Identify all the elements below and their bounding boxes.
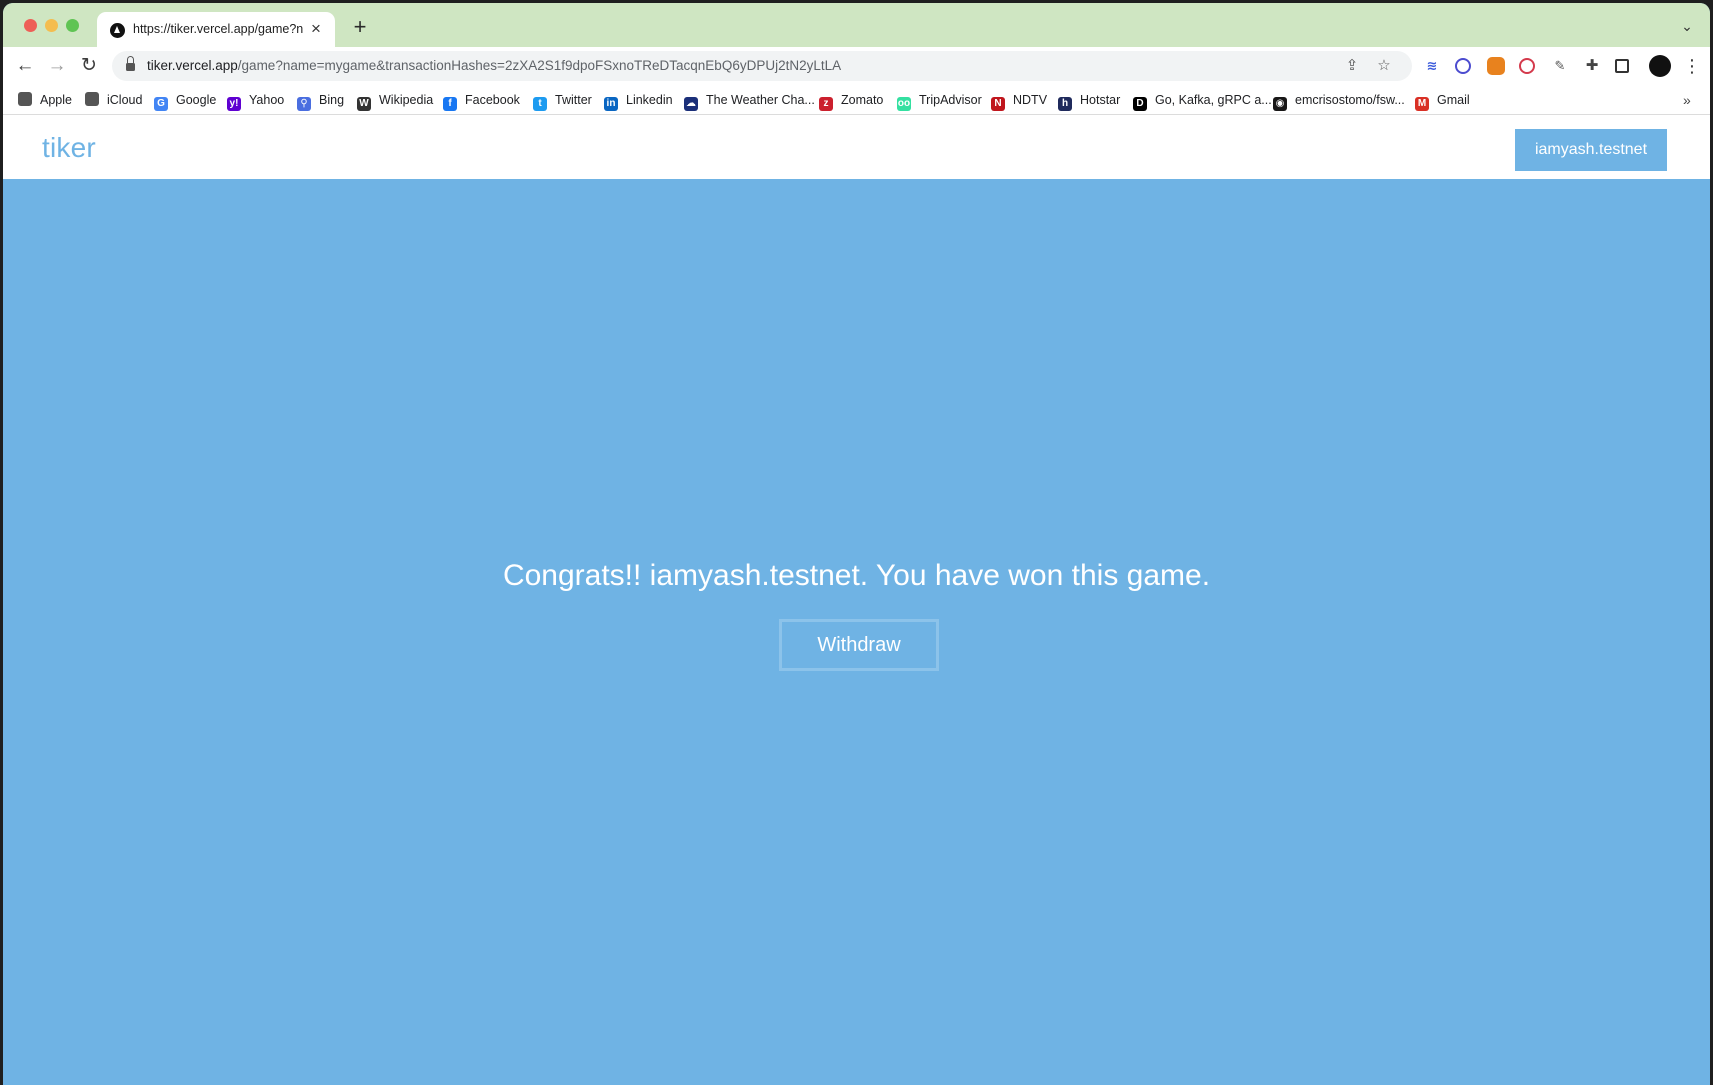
dev-icon: D [1133,97,1147,111]
url-host: tiker.vercel.app [147,58,238,73]
tripadvisor-icon: oo [897,97,911,111]
bookmark-label: Hotstar [1080,93,1121,107]
bookmark-label: Bing [319,93,345,107]
bookmark-item[interactable]: G Google [154,90,217,111]
site-logo[interactable]: tiker [42,132,96,164]
bookmark-item[interactable]: h Hotstar [1058,90,1121,111]
active-tab[interactable]: https://tiker.vercel.app/game?n × [97,12,335,47]
extension-circle-icon[interactable] [1455,58,1471,74]
zoom-window-button[interactable] [66,19,79,32]
tab-title: https://tiker.vercel.app/game?n [133,22,303,36]
bookmark-item[interactable]: N NDTV [991,90,1048,111]
browser-window: https://tiker.vercel.app/game?n × + ⌄ ← … [3,3,1710,1085]
bookmark-item[interactable]: M Gmail [1415,90,1470,111]
bookmark-label: NDTV [1013,93,1048,107]
bookmark-label: Go, Kafka, gRPC a... [1155,93,1272,107]
address-bar[interactable]: tiker.vercel.app/game?name=mygame&transa… [112,51,1412,81]
yahoo-icon: y! [227,97,241,111]
bookmark-label: iCloud [107,93,143,107]
win-message: Congrats!! iamyash.testnet. You have won… [502,559,1211,592]
profile-avatar[interactable] [1649,55,1671,77]
forward-button[interactable]: → [44,53,70,79]
reload-button[interactable]: ↻ [76,53,102,79]
github-icon: ◉ [1273,97,1287,111]
extensions-puzzle-icon[interactable]: ✚ [1583,57,1601,75]
browser-toolbar: ← → ↻ tiker.vercel.app/game?name=mygame&… [3,47,1710,85]
extension-layers-icon[interactable]: ≋ [1423,57,1441,75]
bookmark-label: emcrisostomo/fsw... [1295,93,1405,107]
gmail-icon: M [1415,97,1429,111]
bookmark-label: Twitter [555,93,592,107]
twitter-icon: t [533,97,547,111]
url-path: /game?name=mygame&transactionHashes=2zXA… [237,58,842,73]
browser-menu-icon[interactable]: ⋮ [1683,55,1701,77]
minimize-window-button[interactable] [45,19,58,32]
bookmark-item[interactable]: ⚲ Bing [297,90,345,111]
close-window-button[interactable] [24,19,37,32]
tab-search-chevron-icon[interactable]: ⌄ [1678,17,1696,35]
google-icon: G [154,97,168,111]
apple-icon [85,92,99,106]
game-result-panel: Congrats!! iamyash.testnet. You have won… [3,179,1710,1085]
weather-channel-icon: ☁ [684,97,698,111]
wikipedia-icon: W [357,97,371,111]
ndtv-icon: N [991,97,1005,111]
close-tab-icon[interactable]: × [307,20,325,38]
side-panel-icon[interactable] [1615,59,1629,73]
extension-play-icon[interactable] [1519,58,1535,74]
bookmark-label: The Weather Cha... [706,93,815,107]
bookmark-item[interactable]: D Go, Kafka, gRPC a... [1133,90,1272,111]
new-tab-button[interactable]: + [349,16,371,39]
bookmark-item[interactable]: f Facebook [443,90,520,111]
account-button[interactable]: iamyash.testnet [1515,129,1667,171]
bookmark-label: Facebook [465,93,520,107]
vercel-favicon-icon [110,23,125,38]
bookmark-item[interactable]: W Wikipedia [357,90,434,111]
bookmark-item[interactable]: ☁ The Weather Cha... [684,90,815,111]
bookmark-item[interactable]: y! Yahoo [227,90,285,111]
bookmark-star-icon[interactable]: ☆ [1374,56,1394,76]
lock-icon[interactable] [126,56,135,71]
bookmark-label: Gmail [1437,93,1470,107]
bookmark-item[interactable]: ◉ emcrisostomo/fsw... [1273,90,1405,111]
extension-eyedropper-icon[interactable]: ✎ [1551,57,1569,75]
site-header: tiker iamyash.testnet [3,115,1710,179]
bookmark-label: Google [176,93,217,107]
linkedin-icon: in [604,97,618,111]
facebook-icon: f [443,97,457,111]
back-button[interactable]: ← [12,53,38,79]
bookmark-label: Zomato [841,93,884,107]
bookmark-item[interactable]: Apple [18,90,72,110]
url-text[interactable]: tiker.vercel.app/game?name=mygame&transa… [147,58,841,73]
apple-icon [18,92,32,106]
bookmarks-bar: » Apple iCloud G Google y! Yahoo ⚲ Bing W Wikiped… [3,85,1710,115]
bookmark-item[interactable]: t Twitter [533,90,592,111]
bing-search-icon: ⚲ [297,97,311,111]
bookmark-label: Linkedin [626,93,673,107]
bookmark-item[interactable]: z Zomato [819,90,884,111]
bookmark-label: Yahoo [249,93,285,107]
share-icon[interactable]: ⇪ [1342,56,1362,76]
bookmark-item[interactable]: oo TripAdvisor [897,90,982,111]
zomato-icon: z [819,97,833,111]
metamask-fox-icon[interactable] [1487,57,1505,75]
bookmark-label: TripAdvisor [919,93,982,107]
bookmark-item[interactable]: in Linkedin [604,90,673,111]
bookmark-label: Apple [40,93,72,107]
more-bookmarks-icon[interactable]: » [1683,90,1691,110]
tab-strip: https://tiker.vercel.app/game?n × + ⌄ [3,3,1710,47]
bookmark-label: Wikipedia [379,93,434,107]
hotstar-icon: h [1058,97,1072,111]
bookmark-item[interactable]: iCloud [85,90,142,110]
withdraw-button[interactable]: Withdraw [779,619,939,671]
